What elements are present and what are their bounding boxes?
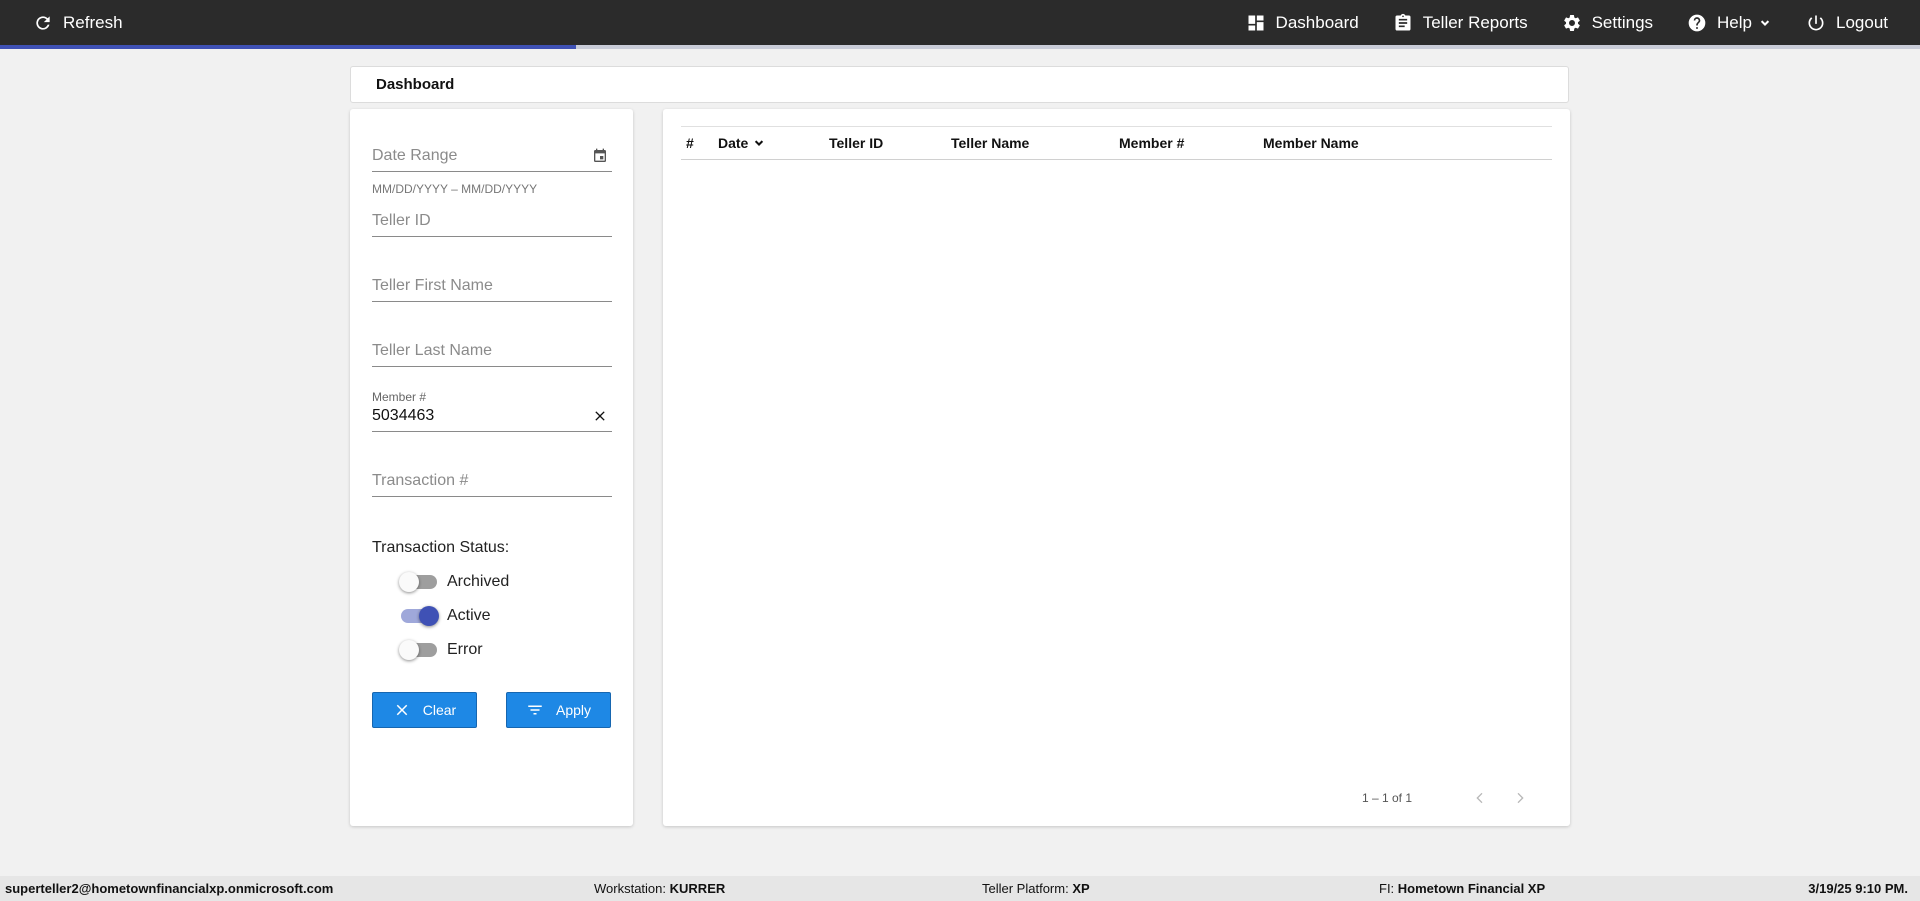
- teller-last-name-field[interactable]: Teller Last Name: [372, 337, 612, 367]
- help-circle-icon: [1688, 14, 1706, 31]
- fi-value: Hometown Financial XP: [1397, 881, 1546, 896]
- date-range-hint: MM/DD/YYYY – MM/DD/YYYY: [372, 182, 538, 196]
- teller-id-field[interactable]: Teller ID: [372, 207, 612, 237]
- nav-settings[interactable]: Settings: [1562, 0, 1653, 45]
- nav-logout[interactable]: Logout: [1806, 0, 1888, 45]
- column-header-teller-name[interactable]: Teller Name: [951, 127, 1029, 159]
- datetime-value: 3/19/25 9:10 PM.: [1808, 881, 1908, 896]
- gear-icon: [1563, 14, 1580, 31]
- archived-label: Archived: [447, 573, 510, 590]
- apply-button[interactable]: Apply: [506, 692, 611, 728]
- nav-help-label: Help: [1717, 12, 1752, 32]
- toggle-knob: [419, 606, 439, 626]
- member-number-field[interactable]: Member # 5034463: [372, 390, 612, 432]
- nav-settings-label: Settings: [1591, 12, 1654, 32]
- clear-button[interactable]: Clear: [372, 692, 477, 728]
- toggle-knob: [399, 572, 419, 592]
- clipboard-icon: [1395, 13, 1411, 31]
- workstation-value: KURRER: [669, 881, 726, 896]
- status-footer: superteller2@hometownfinancialxp.onmicro…: [0, 876, 1920, 901]
- transaction-status-label: Transaction Status:: [372, 539, 510, 556]
- nav-teller-reports-label: Teller Reports: [1422, 12, 1528, 32]
- footer-fi: FI: Hometown Financial XP: [1379, 881, 1545, 896]
- column-header-label: #: [686, 135, 694, 151]
- sort-descending-icon: [755, 140, 764, 146]
- chevron-left-icon: [1476, 792, 1483, 804]
- nav-dashboard-label: Dashboard: [1275, 12, 1359, 32]
- clear-field-icon[interactable]: [592, 408, 608, 424]
- refresh-icon: [36, 15, 50, 30]
- loading-progress-fill: [0, 45, 576, 49]
- column-header-label: Date: [718, 135, 749, 151]
- archived-toggle-switch[interactable]: [399, 572, 437, 592]
- date-range-placeholder: Date Range: [372, 147, 458, 164]
- filter-panel: Date Range MM/DD/YYYY – MM/DD/YYYY Telle…: [350, 109, 633, 826]
- teller-first-name-placeholder: Teller First Name: [372, 277, 493, 294]
- column-header-label: Teller Name: [951, 135, 1030, 151]
- platform-label: Teller Platform:: [982, 881, 1069, 896]
- top-navbar: Refresh Dashboard Teller Reports Setting…: [0, 0, 1920, 45]
- column-header-label: Member #: [1119, 135, 1185, 151]
- toggle-archived[interactable]: Archived: [399, 572, 510, 592]
- teller-id-placeholder: Teller ID: [372, 212, 431, 229]
- footer-user-email: superteller2@hometownfinancialxp.onmicro…: [5, 881, 333, 896]
- column-header-teller-id[interactable]: Teller ID: [829, 127, 883, 159]
- paginator: 1 – 1 of 1: [1362, 785, 1540, 811]
- user-email-value: superteller2@hometownfinancialxp.onmicro…: [5, 881, 334, 896]
- toggle-knob: [399, 640, 419, 660]
- workstation-label: Workstation:: [594, 881, 667, 896]
- active-toggle-switch[interactable]: [401, 606, 439, 626]
- column-header-number[interactable]: #: [686, 127, 694, 159]
- member-number-value: 5034463: [372, 407, 435, 424]
- transaction-number-placeholder: Transaction #: [372, 472, 469, 489]
- nav-dashboard[interactable]: Dashboard: [1246, 0, 1359, 45]
- footer-datetime: 3/19/25 9:10 PM.: [1808, 881, 1908, 896]
- column-header-date[interactable]: Date: [718, 127, 766, 159]
- column-header-member-name[interactable]: Member Name: [1263, 127, 1359, 159]
- transaction-number-field[interactable]: Transaction #: [372, 467, 612, 497]
- error-label: Error: [447, 641, 483, 658]
- refresh-label: Refresh: [63, 12, 123, 32]
- nav-help[interactable]: Help: [1687, 0, 1772, 45]
- date-range-field[interactable]: Date Range: [372, 142, 612, 172]
- footer-teller-platform: Teller Platform: XP: [982, 881, 1090, 896]
- clear-button-label: Clear: [422, 702, 457, 718]
- filter-icon: [528, 705, 542, 715]
- column-header-label: Teller ID: [829, 135, 884, 151]
- chevron-down-icon: [1760, 19, 1770, 26]
- column-header-member-number[interactable]: Member #: [1119, 127, 1184, 159]
- toggle-error[interactable]: Error: [399, 640, 483, 660]
- page-title: Dashboard: [376, 76, 455, 93]
- results-table-panel: # Date Teller ID Teller Name Member # Me…: [663, 109, 1570, 826]
- error-toggle-switch[interactable]: [399, 640, 437, 660]
- active-label: Active: [447, 607, 491, 624]
- nav-logout-label: Logout: [1836, 12, 1888, 32]
- previous-page-button[interactable]: [1460, 785, 1500, 811]
- next-page-button[interactable]: [1500, 785, 1540, 811]
- column-header-label: Member Name: [1263, 135, 1359, 151]
- power-icon: [1808, 15, 1824, 30]
- teller-first-name-field[interactable]: Teller First Name: [372, 272, 612, 302]
- loading-progress-bar: [0, 45, 1920, 49]
- table-header-row: # Date Teller ID Teller Name Member # Me…: [681, 126, 1552, 160]
- chevron-right-icon: [1517, 792, 1524, 804]
- close-icon: [396, 704, 408, 716]
- page-title-card: Dashboard: [350, 66, 1569, 103]
- refresh-button[interactable]: Refresh: [33, 0, 123, 45]
- fi-label: FI:: [1379, 881, 1395, 896]
- dashboard-icon: [1248, 15, 1264, 30]
- platform-value: XP: [1072, 881, 1090, 896]
- teller-last-name-placeholder: Teller Last Name: [372, 342, 493, 359]
- paginator-range-label: 1 – 1 of 1: [1361, 791, 1412, 805]
- apply-button-label: Apply: [555, 702, 592, 718]
- nav-teller-reports[interactable]: Teller Reports: [1393, 0, 1528, 45]
- footer-workstation: Workstation: KURRER: [594, 881, 725, 896]
- toggle-active[interactable]: Active: [401, 606, 491, 626]
- member-number-label: Member #: [372, 390, 427, 404]
- calendar-icon[interactable]: [592, 148, 608, 164]
